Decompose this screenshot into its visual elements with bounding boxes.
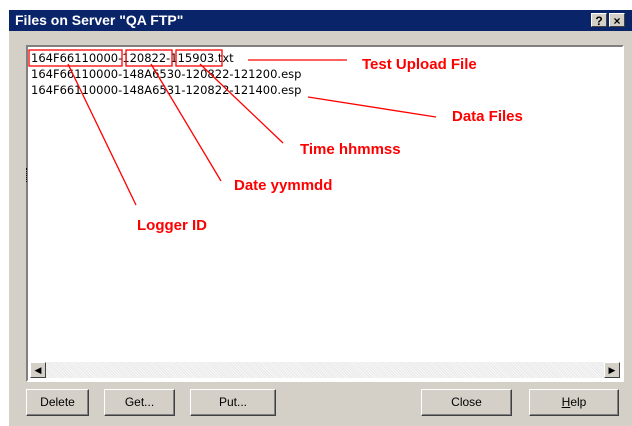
time-label: Time hhmmss: [300, 141, 401, 158]
help-label-rest: elp: [570, 395, 587, 409]
horizontal-scrollbar[interactable]: ◀ ▶: [30, 362, 620, 378]
window-title: Files on Server "QA FTP": [15, 12, 184, 28]
scroll-left-icon[interactable]: ◀: [30, 362, 46, 378]
put-button[interactable]: Put...: [190, 389, 276, 416]
data-files-label: Data Files: [452, 108, 523, 125]
help-icon[interactable]: ?: [591, 13, 607, 28]
help-button[interactable]: Help: [529, 389, 619, 416]
close-icon[interactable]: ×: [609, 13, 625, 28]
files-dialog: Files on Server "QA FTP" ? × 164F6611000…: [9, 10, 632, 426]
file-list[interactable]: 164F66110000-120822-115903.txt 164F66110…: [26, 45, 624, 382]
scroll-right-icon[interactable]: ▶: [604, 362, 620, 378]
close-button[interactable]: Close: [421, 389, 512, 416]
logger-id-label: Logger ID: [137, 217, 207, 234]
list-item[interactable]: 164F66110000-148A6530-120822-121200.esp: [31, 67, 301, 81]
get-button[interactable]: Get...: [104, 389, 175, 416]
delete-button[interactable]: Delete: [26, 389, 89, 416]
title-bar[interactable]: Files on Server "QA FTP" ? ×: [9, 10, 632, 31]
left-edge-mark: [26, 168, 29, 182]
date-label: Date yymmdd: [234, 177, 333, 194]
list-item[interactable]: 164F66110000-148A6531-120822-121400.esp: [31, 83, 301, 97]
list-item[interactable]: 164F66110000-120822-115903.txt: [31, 51, 234, 65]
test-upload-file-label: Test Upload File: [362, 56, 477, 73]
scrollbar-track[interactable]: [46, 362, 604, 378]
